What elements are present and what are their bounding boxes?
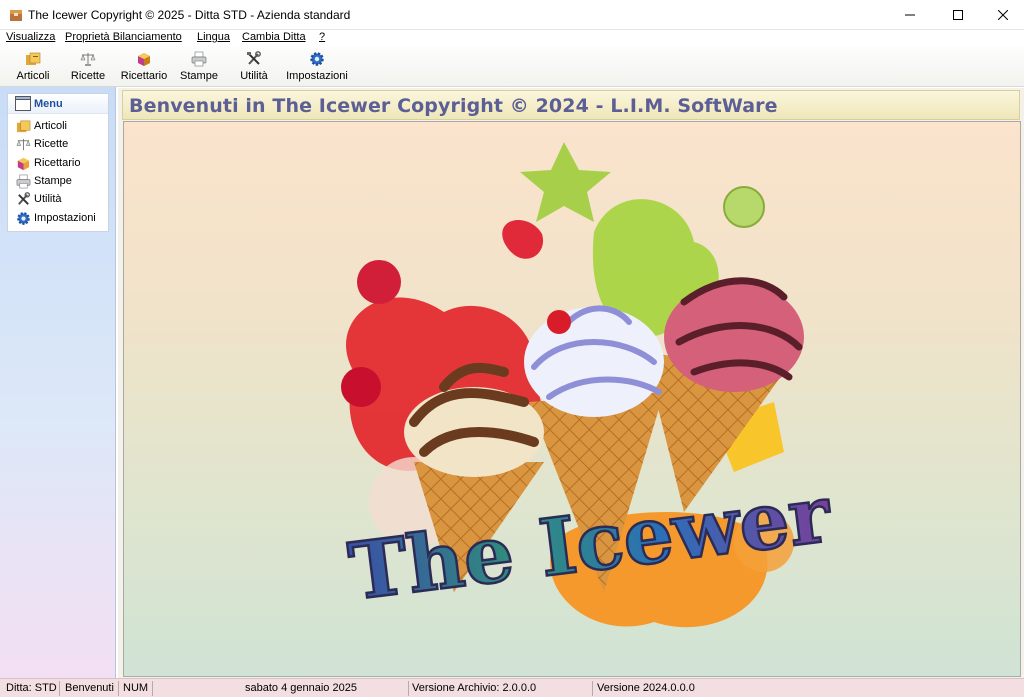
sidebar-item-label: Utilità (34, 193, 62, 205)
menu-cambia-ditta[interactable]: Cambia Ditta (242, 31, 306, 43)
menu-visualizza[interactable]: Visualizza (6, 31, 55, 43)
main-area: Benvenuti in The Icewer Copyright © 2024… (118, 88, 1024, 678)
toolbar-utilita-button[interactable]: Utilità (236, 49, 272, 85)
status-page: Benvenuti (65, 682, 114, 694)
menu-proprieta-bilanciamento[interactable]: Proprietà Bilanciamento (65, 31, 182, 43)
sidebar-item-label: Impostazioni (34, 212, 96, 224)
window-title: The Icewer Copyright © 2025 - Ditta STD … (28, 8, 351, 22)
scale-icon (16, 138, 31, 151)
sidebar-item-utilita[interactable]: Utilità (16, 191, 102, 208)
toolbar-impostazioni-button[interactable]: Impostazioni (284, 49, 350, 85)
close-icon (998, 10, 1008, 20)
welcome-title: Benvenuti in The Icewer Copyright © 2024… (129, 95, 778, 117)
status-archive-version: Versione Archivio: 2.0.0.0 (412, 682, 537, 694)
sidebar-item-label: Stampe (34, 175, 72, 187)
toolbar-ricette-button[interactable]: Ricette (68, 49, 108, 85)
printer-icon (16, 174, 31, 189)
status-separator (152, 681, 153, 696)
sidebar-item-stampe[interactable]: Stampe (16, 173, 102, 190)
toolbar-utilita-label: Utilità (240, 70, 268, 82)
printer-icon (191, 51, 207, 67)
status-num: NUM (123, 682, 149, 694)
tools-icon (18, 192, 30, 205)
toolbar-articoli-button[interactable]: Articoli (12, 49, 54, 85)
toolbar-ricettario-button[interactable]: Ricettario (118, 49, 170, 85)
scale-icon (80, 53, 96, 66)
articoli-icon (16, 120, 31, 133)
maximize-button[interactable] (935, 0, 981, 30)
menu-lingua[interactable]: Lingua (197, 31, 230, 43)
status-app-version: Versione 2024.0.0.0 (597, 682, 695, 694)
splash-image: The Icewer (123, 121, 1021, 677)
menu-help[interactable]: ? (319, 31, 325, 43)
sidebar-item-impostazioni[interactable]: Impostazioni (16, 210, 102, 227)
status-separator (592, 681, 593, 696)
toolbar: Articoli Ricette Ricettario Stampe Utili… (0, 47, 1024, 87)
status-separator (118, 681, 119, 696)
close-button[interactable] (980, 0, 1024, 30)
ice-cream-logo-illustration: The Icewer (341, 142, 837, 628)
sidebar: Menu Articoli Ricette Ricettario Stampe … (0, 87, 116, 678)
toolbar-impostazioni-label: Impostazioni (286, 70, 348, 82)
sidebar-menu-panel: Menu Articoli Ricette Ricettario Stampe … (7, 93, 109, 232)
sidebar-item-articoli[interactable]: Articoli (16, 118, 102, 135)
tools-icon (247, 51, 261, 65)
minimize-icon (905, 14, 915, 16)
welcome-header: Benvenuti in The Icewer Copyright © 2024… (122, 90, 1020, 120)
app-icon (10, 10, 22, 21)
title-bar: The Icewer Copyright © 2025 - Ditta STD … (0, 0, 1024, 30)
menu-bar: Visualizza Proprietà Bilanciamento Lingu… (0, 30, 1024, 47)
toolbar-articoli-label: Articoli (16, 70, 50, 82)
gear-icon (17, 212, 30, 225)
toolbar-stampe-label: Stampe (180, 70, 218, 82)
sidebar-item-ricettario[interactable]: Ricettario (16, 155, 102, 172)
status-bar: Ditta: STD Benvenuti NUM sabato 4 gennai… (0, 678, 1024, 697)
toolbar-stampe-button[interactable]: Stampe (178, 49, 220, 85)
gear-icon (310, 52, 324, 66)
status-date: sabato 4 gennaio 2025 (245, 682, 357, 694)
sidebar-menu-title: Menu (34, 98, 63, 110)
status-separator (408, 681, 409, 696)
status-separator (59, 681, 60, 696)
sidebar-item-ricette[interactable]: Ricette (16, 136, 102, 153)
status-ditta: Ditta: STD (6, 682, 57, 694)
sidebar-item-label: Ricettario (34, 157, 81, 169)
articoli-icon (26, 52, 41, 65)
toolbar-ricettario-label: Ricettario (120, 70, 168, 82)
minimize-button[interactable] (887, 0, 933, 30)
toolbar-ricette-label: Ricette (70, 70, 106, 82)
sidebar-item-label: Ricette (34, 138, 69, 150)
maximize-icon (953, 10, 963, 20)
sidebar-menu-header[interactable]: Menu (8, 94, 108, 114)
sidebar-item-label: Articoli (34, 120, 68, 132)
box-icon (17, 157, 30, 171)
box-icon (138, 53, 150, 66)
window-icon (15, 96, 31, 111)
